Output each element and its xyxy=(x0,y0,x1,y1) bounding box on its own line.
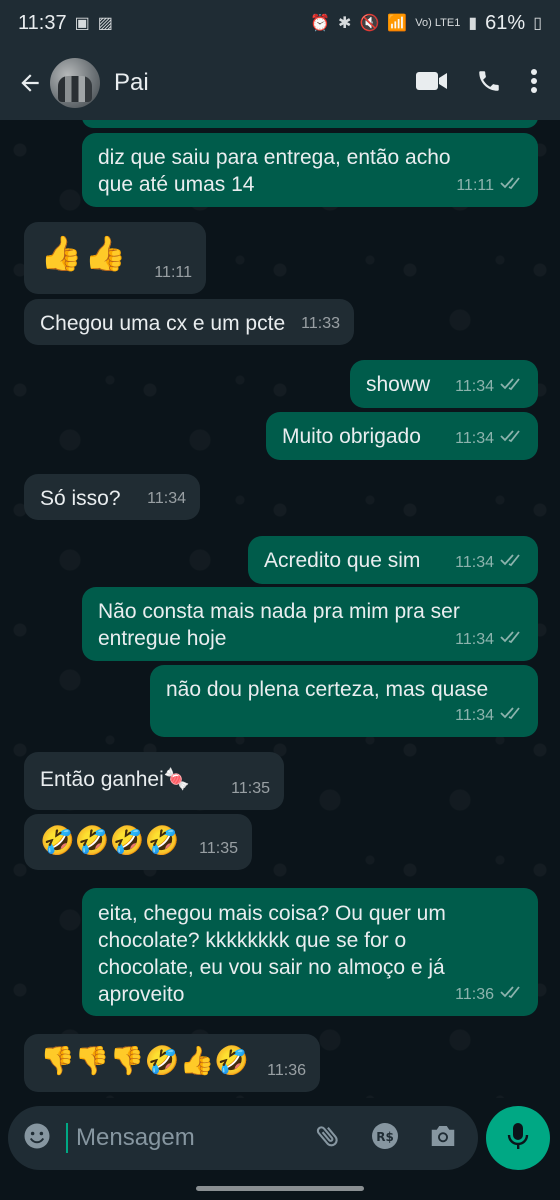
message-bubble-incoming[interactable]: Só isso? 11:34 xyxy=(24,474,200,520)
message-time: 11:11 xyxy=(456,177,494,194)
message-bubble-outgoing[interactable]: Não consta mais nada pra mim pra ser ent… xyxy=(82,587,538,661)
message-time: 11:34 xyxy=(455,707,494,724)
message-time: 11:11 xyxy=(154,264,192,281)
attach-icon[interactable] xyxy=(314,1121,342,1156)
payment-icon[interactable]: R$ xyxy=(370,1121,400,1156)
message-time: 11:36 xyxy=(455,986,494,1003)
system-nav-bar xyxy=(0,1178,560,1200)
emoji-icon[interactable] xyxy=(22,1121,52,1156)
message-bubble-incoming[interactable]: 🤣🤣🤣🤣 11:35 xyxy=(24,814,252,870)
message-time: 11:34 xyxy=(455,430,494,447)
message-time: 11:33 xyxy=(301,315,340,332)
back-arrow-icon[interactable] xyxy=(12,65,48,101)
status-time: 11:37 xyxy=(18,11,67,34)
read-ticks-icon xyxy=(500,549,524,576)
message-text: Chegou uma cx e um pcte xyxy=(40,312,286,335)
message-bubble-outgoing[interactable]: não dou plena certeza, mas quase 11:34 xyxy=(150,665,538,737)
read-ticks-icon xyxy=(500,981,524,1008)
read-ticks-icon xyxy=(500,425,524,452)
mute-icon: 🔇 xyxy=(359,15,380,32)
network-label: Vo) LTE1 xyxy=(415,17,461,29)
bluetooth-icon: ✱ xyxy=(338,15,352,32)
message-bubble-incoming[interactable]: Chegou uma cx e um pcte 11:33 xyxy=(24,299,354,345)
battery-level: 61% xyxy=(485,11,526,34)
more-options-icon[interactable] xyxy=(530,68,538,99)
avatar[interactable] xyxy=(50,58,100,108)
battery-icon: ▯ xyxy=(533,15,542,32)
camera-icon[interactable] xyxy=(428,1122,458,1155)
message-time: 11:36 xyxy=(267,1062,306,1079)
svg-text:R$: R$ xyxy=(376,1130,394,1144)
message-bubble-cut xyxy=(82,120,538,128)
message-list[interactable]: diz que saiu para entrega, então acho qu… xyxy=(0,120,560,1098)
phone-icon[interactable] xyxy=(476,68,502,99)
message-bubble-outgoing[interactable]: showw 11:34 xyxy=(350,360,538,408)
message-bubble-outgoing[interactable]: Acredito que sim 11:34 xyxy=(248,536,538,584)
status-bar: 11:37 ▣ ▨ ⏰ ✱ 🔇 📶 Vo) LTE1 ▮ 61% ▯ xyxy=(0,0,560,46)
wifi-icon: 📶 xyxy=(387,15,408,32)
mic-button[interactable] xyxy=(486,1106,550,1170)
message-text: 👎👎👎🤣👍🤣 xyxy=(40,1045,250,1076)
gallery-notification-icon: ▨ xyxy=(97,15,113,32)
message-bubble-incoming[interactable]: Então ganhei🍬 11:35 xyxy=(24,752,284,810)
read-ticks-icon xyxy=(500,626,524,653)
chat-header: Pai xyxy=(0,46,560,120)
message-input[interactable]: Mensagem R$ xyxy=(8,1106,478,1170)
message-time: 11:35 xyxy=(231,780,270,797)
message-bubble-incoming[interactable]: 👎👎👎🤣👍🤣 11:36 xyxy=(24,1034,320,1092)
message-placeholder: Mensagem xyxy=(66,1123,314,1153)
message-time: 11:34 xyxy=(455,631,494,648)
contact-name[interactable]: Pai xyxy=(114,69,416,97)
read-ticks-icon xyxy=(500,702,524,729)
message-time: 11:35 xyxy=(199,840,238,857)
notification-icon: ▣ xyxy=(74,15,90,32)
alarm-icon: ⏰ xyxy=(310,15,331,32)
message-time: 11:34 xyxy=(455,378,494,395)
mic-icon xyxy=(506,1121,530,1156)
home-gesture-handle[interactable] xyxy=(196,1186,364,1191)
message-text: não dou plena certeza, mas quase xyxy=(166,678,489,701)
message-bubble-outgoing[interactable]: Muito obrigado 11:34 xyxy=(266,412,538,460)
message-bubble-outgoing[interactable]: eita, chegou mais coisa? Ou quer um choc… xyxy=(82,888,538,1016)
message-bubble-outgoing[interactable]: diz que saiu para entrega, então acho qu… xyxy=(82,133,538,207)
video-call-icon[interactable] xyxy=(416,70,448,97)
signal-icon: ▮ xyxy=(468,15,478,32)
read-ticks-icon xyxy=(500,172,524,199)
message-bubble-incoming[interactable]: 👍👍 11:11 xyxy=(24,222,206,294)
message-time: 11:34 xyxy=(455,554,494,571)
read-ticks-icon xyxy=(500,373,524,400)
message-time: 11:34 xyxy=(147,490,186,507)
